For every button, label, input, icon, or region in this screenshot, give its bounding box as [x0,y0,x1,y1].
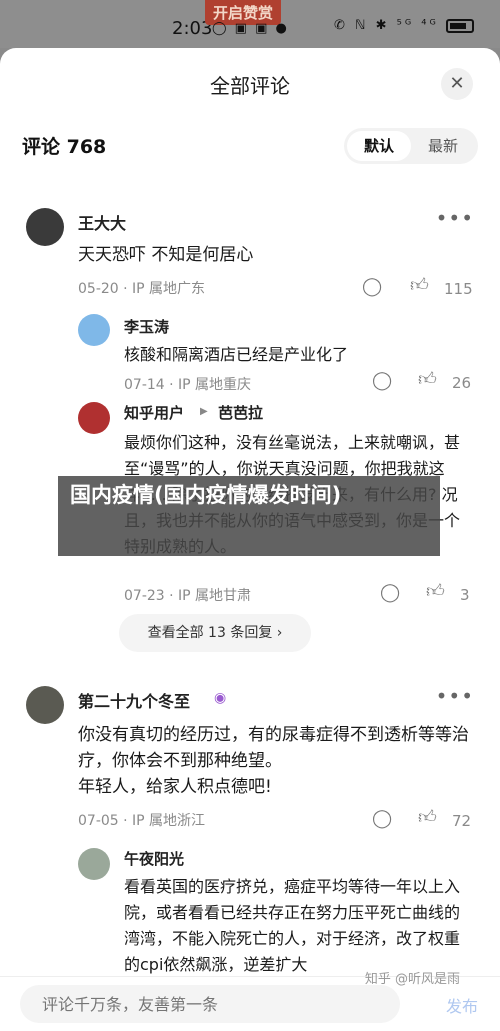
sheet-title: 全部评论 [210,74,290,98]
comment-meta: 05-20 · IP 属地广东 [78,281,206,297]
reply-meta: 07-14 · IP 属地重庆 [124,377,252,393]
comment-meta: 07-05 · IP 属地浙江 [78,813,206,829]
notification-icons: ◯ ▣ ▣ ● [212,21,289,36]
close-icon: ✕ [449,73,465,94]
close-button[interactable]: ✕ [441,68,473,100]
avatar[interactable] [26,686,64,724]
reply-author[interactable]: 李玉涛 [124,316,169,337]
thumbs-up-icon[interactable]: 👍︎ [410,274,429,296]
reply-to-arrow-icon: ▶ [200,406,208,417]
reply-bubble-icon[interactable]: ◯ [362,276,382,297]
reply-bubble-icon[interactable]: ◯ [372,808,392,829]
comment-author[interactable]: 王大大 [78,210,126,234]
system-status-icons: ✆ ℕ ✱ ⁵ᴳ ⁴ᴳ [334,18,474,33]
avatar[interactable] [78,402,110,434]
comment-author[interactable]: 第二十九个冬至 [78,688,190,712]
caption-text: 国内疫情(国内疫情爆发时间) [70,483,342,507]
reply-to-user[interactable]: 芭芭拉 [218,402,263,423]
battery-icon [446,18,474,33]
comment-text: 你没有真切的经历过，有的尿毒症得不到透析等等治疗，你体会不到那种绝望。 年轻人，… [78,725,469,797]
like-count: 72 [452,812,472,830]
more-icon[interactable]: ••• [436,684,474,708]
reply-author[interactable]: 知乎用户 [124,402,184,423]
watermark: 知乎 @听风是雨 [364,972,460,987]
reply-author[interactable]: 午夜阳光 [124,848,184,869]
reply-meta: 07-23 · IP 属地甘肃 [124,588,252,604]
like-count: 26 [452,374,472,392]
comment-count: 评论 768 [22,136,107,158]
send-button[interactable]: 发布 [446,993,478,1017]
reply-bubble-icon[interactable]: ◯ [372,370,392,391]
like-count: 3 [460,586,470,604]
badge-icon: ◉ [214,690,227,706]
reply-text: 看看英国的医疗挤兑，癌症平均等待一年以上入院，或者看看已经共存正在努力压平死亡曲… [124,877,461,974]
avatar[interactable] [26,208,64,246]
sort-toggle: 默认 最新 [344,128,478,164]
like-count: 115 [444,280,473,298]
avatar[interactable] [78,314,110,346]
signal-icons: ✆ ℕ ✱ ⁵ᴳ ⁴ᴳ [334,18,439,33]
status-bar: 2:03 开启赞赏 ◯ ▣ ▣ ● ✆ ℕ ✱ ⁵ᴳ ⁴ᴳ [0,0,500,48]
thumbs-up-icon[interactable]: 👍︎ [426,580,445,602]
thumbs-up-icon[interactable]: 👍︎ [418,368,437,390]
sort-latest-button[interactable]: 最新 [411,131,475,161]
thumbs-up-icon[interactable]: 👍︎ [418,806,437,828]
comment-text: 天天恐吓 不知是何居心 [78,245,254,265]
more-icon[interactable]: ••• [436,206,474,230]
comment-input[interactable] [20,985,400,1023]
view-all-replies-button[interactable]: 查看全部 13 条回复 › [119,614,311,652]
reply-text: 核酸和隔离酒店已经是产业化了 [124,345,349,364]
reply-bubble-icon[interactable]: ◯ [380,582,400,603]
avatar[interactable] [78,848,110,880]
sort-default-button[interactable]: 默认 [347,131,411,161]
